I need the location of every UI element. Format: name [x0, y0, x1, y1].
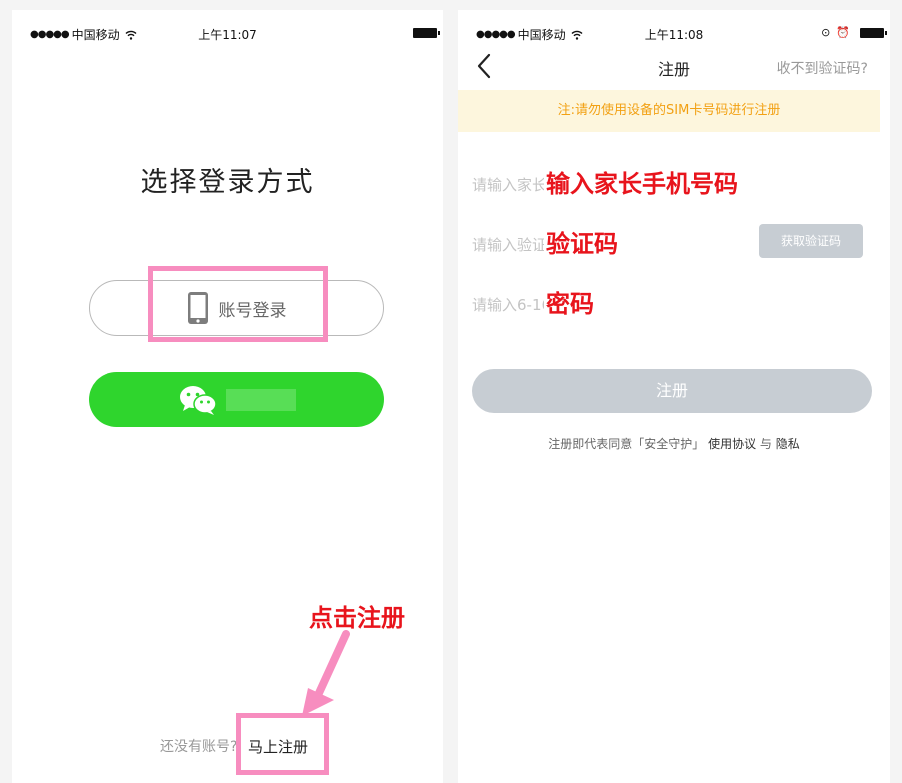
status-bar: ●●●●● 中国移动 上午11:07	[12, 10, 443, 44]
terms-agreement-link[interactable]: 使用协议	[708, 437, 756, 451]
wechat-icon	[179, 385, 217, 415]
highlight-box-register	[236, 713, 329, 775]
rotation-lock-icon: ⊙	[821, 26, 831, 39]
login-screen: ●●●●● 中国移动 上午11:07 选择登录方式 账号登录 点击注册 还没有账…	[12, 10, 443, 783]
terms-text: 注册即代表同意「安全守护」 使用协议 与 隐私	[458, 435, 890, 452]
terms-and: 与	[759, 437, 772, 451]
arrow-icon	[302, 630, 350, 716]
no-code-received-link[interactable]: 收不到验证码?	[777, 58, 868, 78]
battery-icon	[413, 28, 440, 38]
page-title: 选择登录方式	[140, 167, 315, 198]
status-bar: ●●●●● 中国移动 上午11:08 ⊙ ⏰	[458, 10, 890, 44]
status-time: 上午11:07	[198, 28, 257, 42]
terms-privacy-link[interactable]: 隐私	[776, 437, 800, 451]
annotation-click-register: 点击注册	[309, 604, 405, 632]
annotation-phone: 输入家长手机号码	[544, 164, 740, 199]
nav-bar: 注册 收不到验证码?	[458, 44, 890, 88]
register-screen: ●●●●● 中国移动 上午11:08 ⊙ ⏰ 注册 收不到验证码? 注:请勿使用…	[458, 10, 890, 783]
status-icons: ⊙ ⏰	[821, 26, 850, 39]
annotation-password: 密码	[544, 284, 596, 319]
register-button[interactable]: 注册	[472, 369, 872, 413]
password-field[interactable]: 请输入6-16位密码 密码	[472, 284, 880, 324]
phone-field[interactable]: 请输入家长手机号码 输入家长手机号码	[472, 164, 880, 204]
battery-icon	[860, 28, 887, 38]
register-prompt: 还没有账号?	[160, 739, 238, 755]
get-code-button[interactable]: 获取验证码	[759, 224, 863, 258]
highlight-box-account	[148, 266, 328, 342]
annotation-code: 验证码	[544, 224, 620, 259]
sim-notice-banner: 注:请勿使用设备的SIM卡号码进行注册	[458, 90, 880, 132]
terms-prefix: 注册即代表同意「安全守护」	[548, 437, 705, 451]
wechat-login-button[interactable]	[89, 372, 384, 427]
wechat-login-label-obscured	[225, 388, 296, 411]
alarm-icon: ⏰	[836, 26, 850, 39]
